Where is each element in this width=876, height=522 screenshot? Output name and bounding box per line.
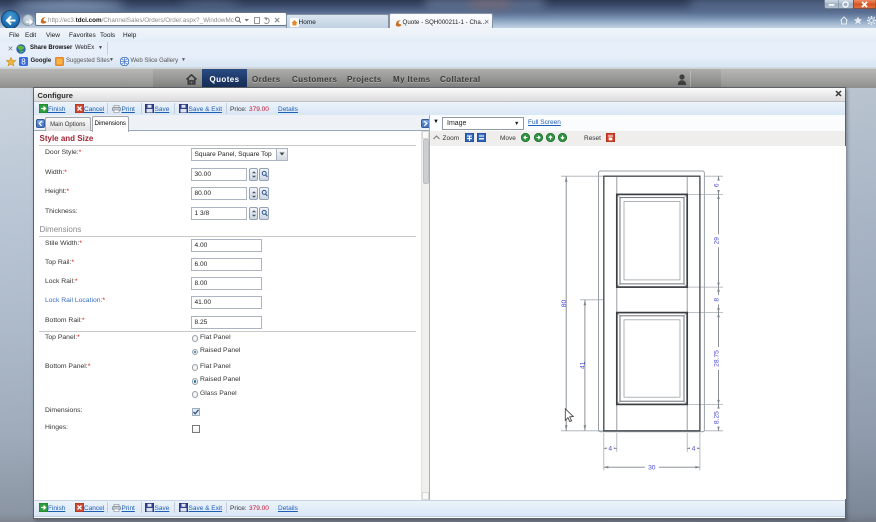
svg-text:8: 8 — [21, 57, 26, 66]
svg-text:4: 4 — [692, 446, 696, 453]
svg-text:29: 29 — [714, 237, 721, 245]
svg-text:41: 41 — [579, 361, 586, 369]
svg-text:4: 4 — [608, 446, 612, 453]
svg-text:8: 8 — [714, 298, 721, 302]
svg-text:30: 30 — [648, 465, 656, 472]
svg-text:28.75: 28.75 — [714, 350, 721, 367]
svg-text:80: 80 — [561, 300, 568, 308]
svg-text:8.25: 8.25 — [714, 411, 721, 424]
svg-text:6: 6 — [714, 183, 721, 187]
